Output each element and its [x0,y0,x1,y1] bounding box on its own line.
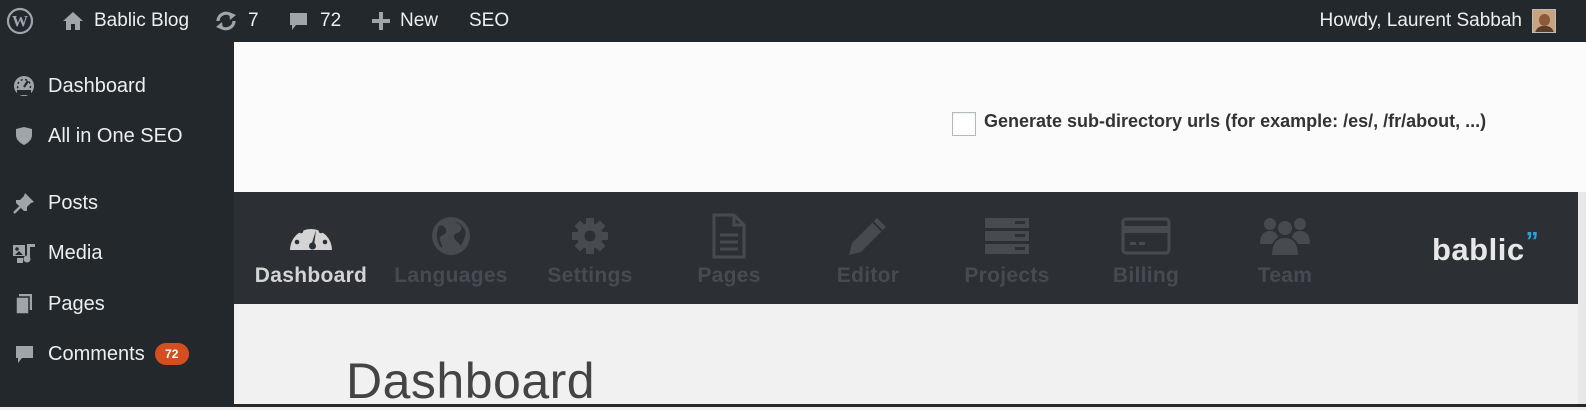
dashboard-icon [0,75,48,97]
comments-badge: 72 [154,343,189,365]
sidebar-item-label: Posts [48,191,99,214]
new-content-link[interactable]: New [372,0,438,42]
site-name: Bablic Blog [94,10,190,31]
media-icon [0,242,48,264]
nav-tab-settings[interactable]: Settings [520,192,660,304]
nav-tab-label: Dashboard [254,264,368,287]
nav-tab-label: Team [1257,264,1313,287]
howdy-text: Howdy, Laurent Sabbah [1319,10,1522,31]
server-icon [983,212,1031,260]
plus-icon [372,12,390,30]
sidebar-item-comments[interactable]: Comments 72 [0,334,234,374]
gauge-icon [287,212,335,260]
nav-tab-editor[interactable]: Editor [798,192,938,304]
seo-label: SEO [469,10,510,31]
sidebar-item-label: Media [48,241,103,264]
subdir-checkbox[interactable] [952,112,976,136]
home-icon [62,11,84,31]
sidebar-item-pages[interactable]: Pages [0,284,234,324]
comment-icon [288,11,309,32]
bablic-nav: Dashboard Languages Settings Pages Edito… [234,192,1586,304]
pages-icon [0,293,48,315]
new-label: New [400,10,439,31]
site-name-link[interactable]: Bablic Blog [62,0,189,42]
bablic-logo: bablic” [1432,226,1540,267]
nav-tab-label: Projects [964,264,1050,287]
wordpress-menu[interactable]: W [6,0,34,42]
updates-link[interactable]: 7 [214,0,259,42]
page-title: Dashboard [346,353,596,409]
wordpress-icon: W [6,7,34,35]
nav-tab-label: Editor [836,264,900,287]
admin-sidebar: Dashboard All in One SEO Posts Media Pag… [0,42,234,407]
adminbar-edge [1568,0,1586,42]
sidebar-item-posts[interactable]: Posts [0,183,234,223]
my-account[interactable]: Howdy, Laurent Sabbah [1320,0,1556,42]
credit-card-icon [1121,212,1171,260]
scrollbar[interactable] [1578,192,1586,407]
nav-tab-label: Languages [394,264,508,287]
pencil-icon [847,212,889,260]
nav-tab-dashboard[interactable]: Dashboard [241,192,381,304]
nav-tab-label: Settings [547,264,633,287]
sidebar-item-label: Pages [48,292,105,315]
comment-icon [0,344,48,365]
nav-tab-billing[interactable]: Billing [1076,192,1216,304]
globe-icon [429,212,473,260]
nav-tab-projects[interactable]: Projects [937,192,1077,304]
subdir-option[interactable]: Generate sub-directory urls (for example… [952,106,1486,136]
avatar [1532,9,1556,33]
updates-count: 7 [248,10,259,31]
comments-count: 72 [320,10,342,31]
gear-icon [570,212,610,260]
sidebar-item-label: Dashboard [48,74,146,97]
sidebar-item-label: All in One SEO [48,124,183,147]
nav-tab-label: Pages [697,264,761,287]
admin-bar: W Bablic Blog 7 72 New SEO Howdy, Lauren… [0,0,1586,42]
nav-tab-label: Billing [1112,264,1180,287]
sidebar-item-label: Comments [48,342,145,365]
sidebar-item-dashboard[interactable]: Dashboard [0,66,234,106]
nav-tab-languages[interactable]: Languages [381,192,521,304]
seo-link[interactable]: SEO [469,0,509,42]
updates-icon [214,10,238,32]
team-icon [1259,212,1311,260]
main-content: Generate sub-directory urls (for example… [234,42,1586,409]
svg-text:W: W [12,14,28,31]
sidebar-item-media[interactable]: Media [0,233,234,273]
document-icon [711,212,747,260]
pin-icon [0,192,48,214]
subdir-label: Generate sub-directory urls (for example… [984,110,1487,131]
sidebar-item-all-in-one-seo[interactable]: All in One SEO [0,116,234,156]
comments-link[interactable]: 72 [288,0,341,42]
nav-tab-pages[interactable]: Pages [659,192,799,304]
nav-tab-team[interactable]: Team [1215,192,1355,304]
shield-icon [0,126,48,146]
